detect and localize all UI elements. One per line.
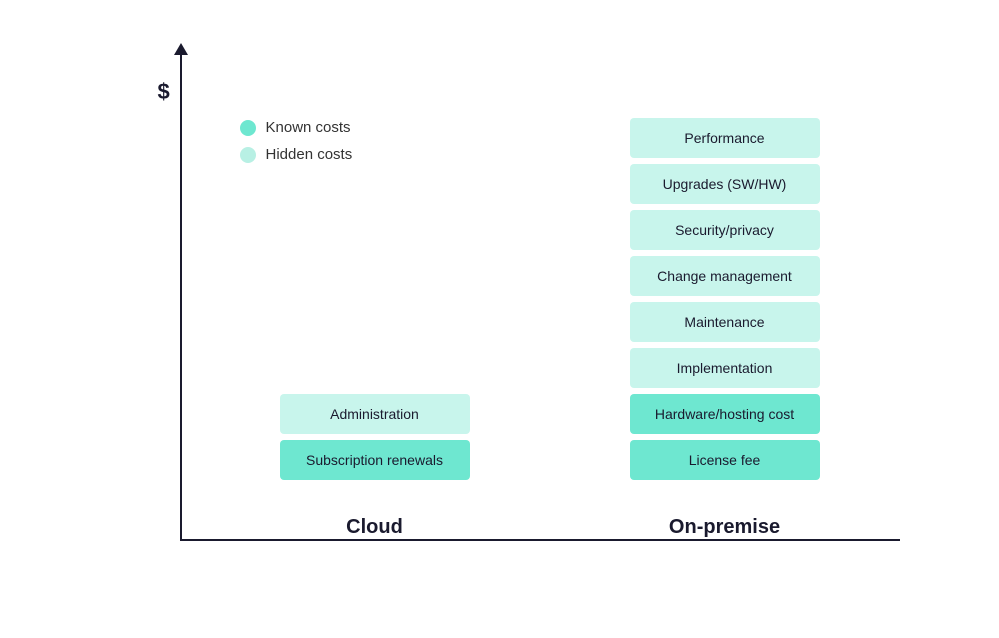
chart-container: $ Known costs Hidden costs Administratio… (70, 29, 930, 609)
on-premise-box-license-fee: License fee (630, 440, 820, 480)
on-premise-column-label: On-premise (669, 516, 780, 539)
on-premise-boxes-stack: Performance Upgrades (SW/HW) Security/pr… (625, 118, 825, 480)
cloud-column-label: Cloud (346, 516, 403, 539)
on-premise-box-implementation: Implementation (630, 348, 820, 388)
cloud-column: Administration Subscription renewals Clo… (275, 394, 475, 539)
on-premise-box-hardware: Hardware/hosting cost (630, 394, 820, 434)
cloud-box-administration: Administration (280, 394, 470, 434)
cloud-boxes-stack: Administration Subscription renewals (275, 394, 475, 480)
on-premise-box-performance: Performance (630, 118, 820, 158)
y-axis-line (180, 49, 182, 539)
on-premise-box-security: Security/privacy (630, 210, 820, 250)
on-premise-box-upgrades: Upgrades (SW/HW) (630, 164, 820, 204)
on-premise-box-change-management: Change management (630, 256, 820, 296)
cloud-box-subscription-renewals: Subscription renewals (280, 440, 470, 480)
on-premise-box-maintenance: Maintenance (630, 302, 820, 342)
y-axis-label: $ (158, 79, 170, 105)
columns-area: Administration Subscription renewals Clo… (200, 59, 900, 539)
on-premise-column: Performance Upgrades (SW/HW) Security/pr… (625, 118, 825, 539)
x-axis-line (180, 539, 900, 541)
